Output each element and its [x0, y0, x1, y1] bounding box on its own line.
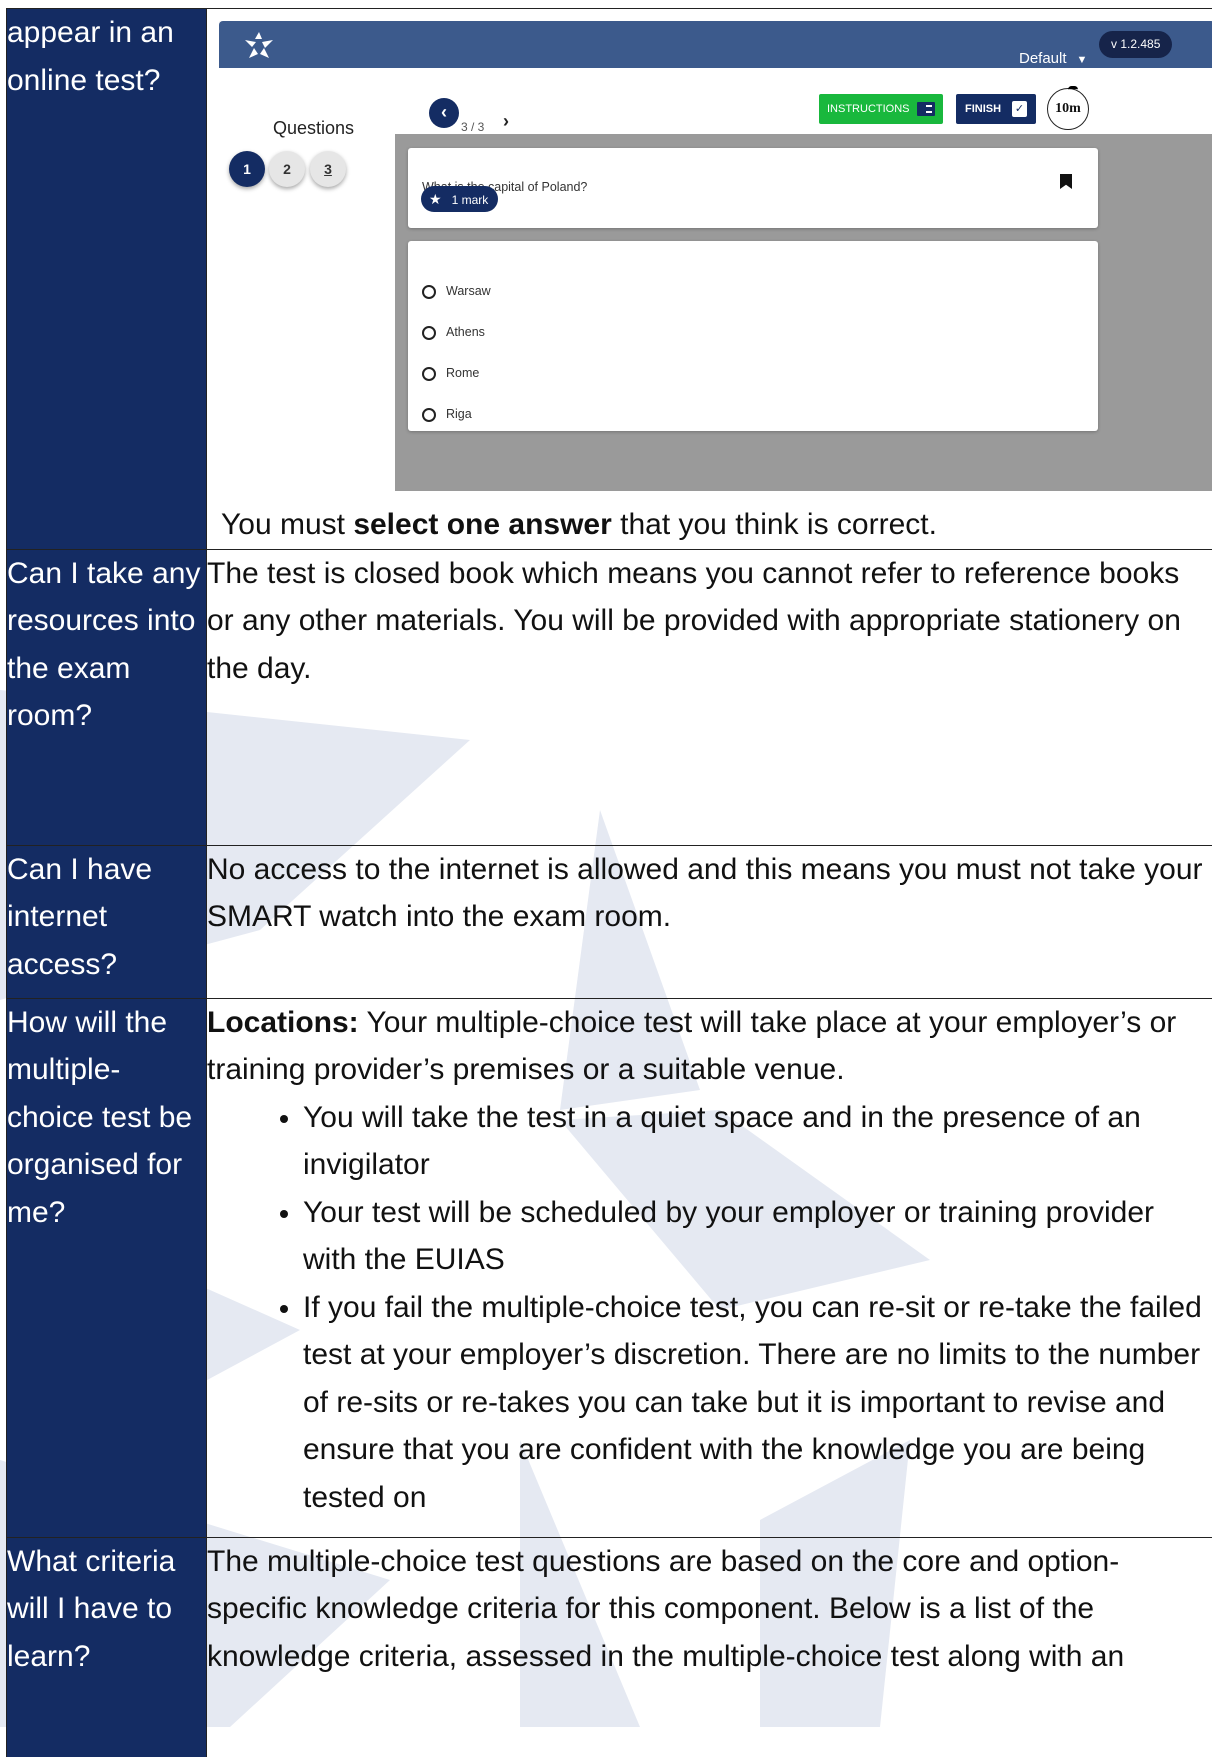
- answer-bold-text: Locations:: [207, 1006, 359, 1039]
- radio-button[interactable]: [422, 285, 436, 299]
- question-text: Can I take any resources into the exam r…: [7, 557, 200, 733]
- answer-cell: The multiple-choice test questions are b…: [207, 1537, 1212, 1757]
- mark-badge: ★ 1 mark: [421, 186, 498, 212]
- chevron-right-icon: ›: [503, 111, 509, 131]
- question-text: How will the multiple-choice test be org…: [7, 1006, 192, 1229]
- faq-row: What criteria will I have to learn? The …: [7, 1537, 1212, 1757]
- answer-note: You must select one answer that you thin…: [213, 491, 1212, 549]
- profile-label: Default: [1019, 50, 1067, 67]
- note-text: that you think is correct.: [612, 508, 937, 541]
- chevron-left-icon: ‹: [441, 102, 447, 122]
- app-body: Questions 1 2 3 ‹ 3 / 3 › INSTRUCTIONS F…: [219, 68, 1212, 491]
- previous-question-button[interactable]: ‹: [429, 98, 459, 128]
- version-badge: v 1.2.485: [1099, 31, 1172, 58]
- question-number-button[interactable]: 3: [310, 151, 346, 187]
- question-cell: What criteria will I have to learn?: [7, 1537, 207, 1757]
- bullet-item: Your test will be scheduled by your empl…: [303, 1189, 1212, 1284]
- answer-cell: Locations: Your multiple-choice test wil…: [207, 998, 1212, 1537]
- instructions-label: INSTRUCTIONS: [827, 103, 910, 115]
- question-number-label: 3: [324, 161, 332, 177]
- answer-text: The multiple-choice test questions are b…: [207, 1545, 1124, 1673]
- faq-row: Can I have internet access? No access to…: [7, 845, 1212, 998]
- faq-row: How will the multiple-choice test be org…: [7, 998, 1212, 1537]
- answer-cell: No access to the internet is allowed and…: [207, 845, 1212, 998]
- question-number-button[interactable]: 1: [229, 151, 265, 187]
- star-logo-icon: [241, 29, 277, 61]
- question-cell: Can I take any resources into the exam r…: [7, 549, 207, 845]
- clipboard-check-icon: ✓: [1012, 101, 1027, 117]
- faq-row: appear in an online test? Default ▼ v 1.2…: [7, 9, 1212, 550]
- finish-label: FINISH: [965, 103, 1001, 115]
- star-icon: ★: [429, 191, 442, 207]
- radio-button[interactable]: [422, 408, 436, 422]
- caret-down-icon: ▼: [1077, 54, 1088, 66]
- option-label: Warsaw: [446, 284, 491, 298]
- option-label: Rome: [446, 366, 479, 380]
- bookmark-icon[interactable]: [1060, 174, 1072, 189]
- app-header: Default ▼ v 1.2.485: [219, 21, 1212, 68]
- radio-button[interactable]: [422, 326, 436, 340]
- question-card: What is the capital of Poland? ★1 mark: [408, 148, 1098, 228]
- instructions-button[interactable]: INSTRUCTIONS: [819, 94, 943, 124]
- answer-cell: The test is closed book which means you …: [207, 549, 1212, 845]
- answer-text: The test is closed book which means you …: [207, 557, 1181, 685]
- radio-button[interactable]: [422, 367, 436, 381]
- answer-option[interactable]: Riga: [422, 391, 472, 439]
- faq-table: appear in an online test? Default ▼ v 1.2…: [6, 8, 1212, 1757]
- book-icon: [917, 102, 935, 116]
- option-label: Riga: [446, 407, 472, 421]
- timer: 10m: [1047, 88, 1089, 130]
- answer-text: No access to the internet is allowed and…: [207, 853, 1203, 934]
- question-number-button[interactable]: 2: [269, 151, 305, 187]
- note-text: You must: [221, 508, 353, 541]
- question-cell: How will the multiple-choice test be org…: [7, 998, 207, 1537]
- questions-title: Questions: [273, 105, 354, 153]
- question-text: appear in an online test?: [7, 16, 174, 97]
- answer-cell: Default ▼ v 1.2.485 Questions 1 2 3 ‹ 3 /…: [207, 9, 1212, 550]
- bullet-item: You will take the test in a quiet space …: [303, 1094, 1212, 1189]
- question-cell: appear in an online test?: [7, 9, 207, 550]
- note-bold-text: select one answer: [353, 508, 611, 541]
- bullet-list: You will take the test in a quiet space …: [207, 1094, 1212, 1522]
- question-panel: What is the capital of Poland? ★1 mark W…: [395, 134, 1212, 491]
- test-app-screenshot: Default ▼ v 1.2.485 Questions 1 2 3 ‹ 3 /…: [219, 21, 1212, 491]
- faq-row: Can I take any resources into the exam r…: [7, 549, 1212, 845]
- answer-paragraph: Locations: Your multiple-choice test wil…: [207, 999, 1212, 1094]
- question-text: Can I have internet access?: [7, 853, 152, 981]
- mark-label: 1 mark: [452, 193, 489, 207]
- finish-button[interactable]: FINISH ✓: [956, 94, 1036, 124]
- question-text: What criteria will I have to learn?: [7, 1545, 175, 1673]
- option-label: Athens: [446, 325, 485, 339]
- answer-options-card: Warsaw Athens Rome Riga: [408, 241, 1098, 431]
- question-cell: Can I have internet access?: [7, 845, 207, 998]
- bullet-item: If you fail the multiple-choice test, yo…: [303, 1284, 1212, 1522]
